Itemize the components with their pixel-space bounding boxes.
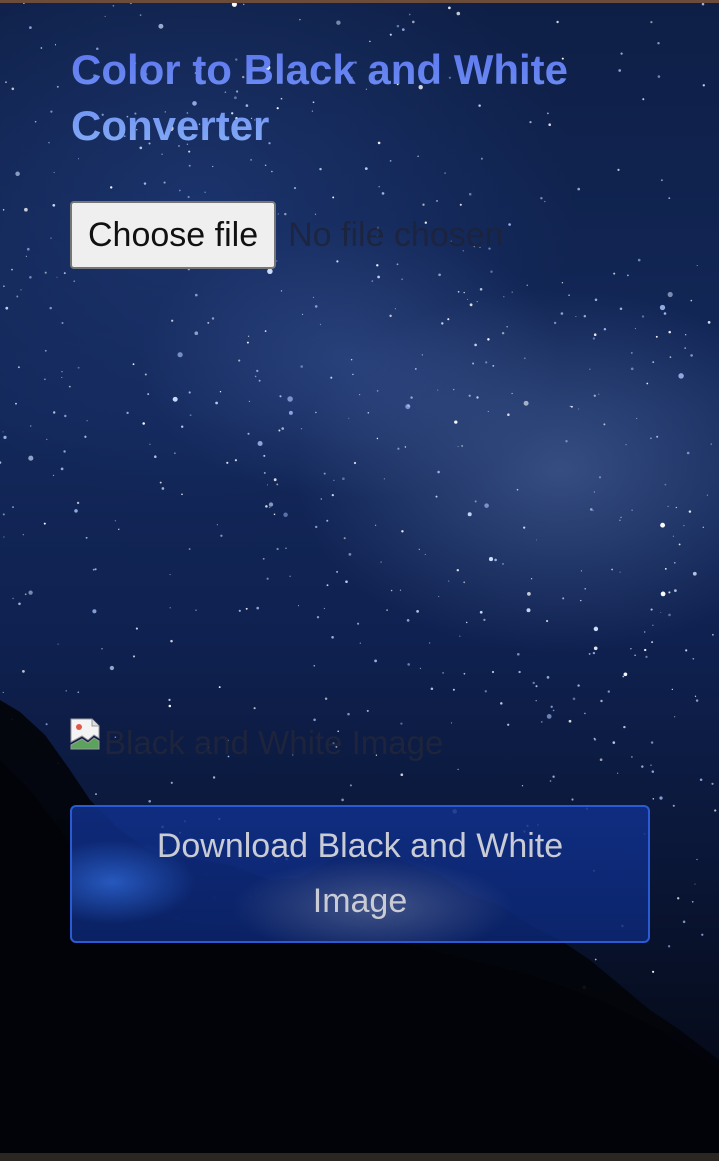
broken-image-icon — [70, 718, 100, 750]
download-button-label: Download Black and White Image — [156, 827, 564, 920]
page-title: Color to Black and White Converter — [71, 42, 631, 154]
result-image: Black and White Image — [70, 718, 443, 768]
file-input: Choose file No file chosen — [70, 201, 504, 269]
download-button[interactable]: Download Black and White Image — [70, 805, 650, 943]
choose-file-button[interactable]: Choose file — [70, 201, 277, 269]
converter-page: Color to Black and White Converter Choos… — [0, 0, 719, 1161]
image-alt-text: Black and White Image — [104, 724, 444, 761]
file-status-text: No file chosen — [288, 215, 504, 254]
